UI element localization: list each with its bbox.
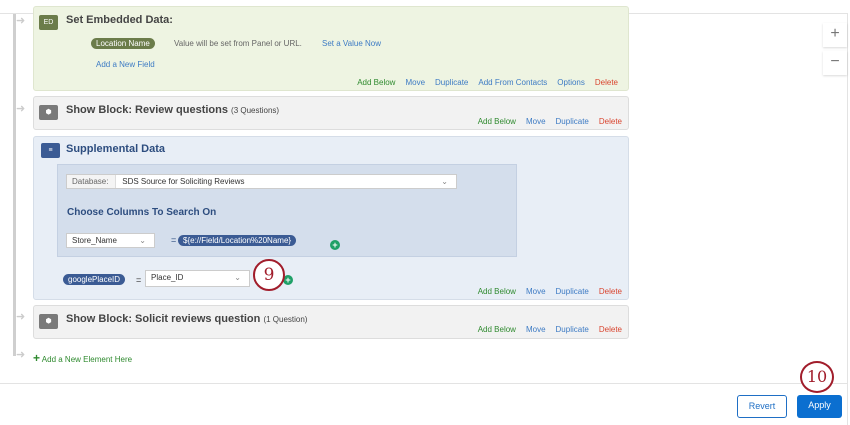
- place-id-value: Place_ID: [151, 273, 184, 282]
- footer-divider: [0, 383, 848, 384]
- block-actions: Add Below Move Duplicate Delete: [478, 287, 622, 296]
- flow-arrow-icon: ➜: [16, 349, 26, 361]
- chevron-down-icon: ⌄: [441, 177, 448, 186]
- database-panel: Database: SDS Source for Soliciting Revi…: [57, 164, 517, 257]
- move-link[interactable]: Move: [526, 117, 546, 126]
- duplicate-link[interactable]: Duplicate: [556, 287, 589, 296]
- add-below-link[interactable]: Add Below: [357, 78, 395, 87]
- field-pill[interactable]: Location Name: [91, 38, 155, 49]
- delete-link[interactable]: Delete: [599, 325, 622, 334]
- equals-sign: =: [171, 235, 177, 245]
- add-field-link[interactable]: Add a New Field: [96, 60, 155, 69]
- duplicate-link[interactable]: Duplicate: [556, 325, 589, 334]
- review-questions-block: ⬢ Show Block: Review questions (3 Questi…: [33, 96, 629, 130]
- move-link[interactable]: Move: [405, 78, 425, 87]
- move-link[interactable]: Move: [526, 287, 546, 296]
- columns-heading: Choose Columns To Search On: [67, 207, 217, 218]
- database-select[interactable]: Database: SDS Source for Soliciting Revi…: [66, 174, 457, 189]
- block-cube-icon: ⬢: [39, 314, 58, 329]
- set-value-link[interactable]: Set a Value Now: [322, 39, 381, 48]
- block-title: Show Block: Solicit reviews question (1 …: [66, 313, 308, 325]
- database-icon: ≡: [41, 143, 60, 158]
- flow-arrow-icon: ➜: [16, 103, 26, 115]
- zoom-in-button[interactable]: +: [823, 23, 847, 47]
- add-below-link[interactable]: Add Below: [478, 325, 516, 334]
- block-actions: Add Below Move Duplicate Delete: [478, 117, 622, 126]
- variable-pill[interactable]: googlePlaceID: [63, 274, 126, 285]
- piped-text-pill[interactable]: ${e://Field/Location%20Name}: [178, 235, 297, 246]
- column-select[interactable]: Store_Name ⌄: [66, 233, 155, 248]
- plus-icon: +: [33, 351, 41, 365]
- field-description: Value will be set from Panel or URL.: [174, 39, 302, 48]
- embedded-data-icon: ED: [39, 15, 58, 30]
- options-link[interactable]: Options: [557, 78, 585, 87]
- block-actions: Add Below Move Duplicate Add From Contac…: [357, 78, 618, 87]
- duplicate-link[interactable]: Duplicate: [435, 78, 468, 87]
- flow-arrow-icon: ➜: [16, 15, 26, 27]
- add-element-link[interactable]: + Add a New Element Here: [33, 351, 132, 365]
- block-cube-icon: ⬢: [39, 105, 58, 120]
- add-column-icon[interactable]: +: [330, 240, 340, 250]
- duplicate-link[interactable]: Duplicate: [556, 117, 589, 126]
- flow-arrow-icon: ➜: [16, 311, 26, 323]
- block-title: Supplemental Data: [66, 143, 166, 155]
- embedded-data-block: ED Set Embedded Data: Location Name Valu…: [33, 6, 629, 91]
- move-link[interactable]: Move: [526, 325, 546, 334]
- equals-sign: =: [136, 275, 142, 285]
- block-title: Set Embedded Data:: [66, 14, 173, 26]
- right-border: [847, 13, 848, 425]
- apply-button[interactable]: Apply: [797, 395, 842, 418]
- chevron-down-icon: ⌄: [234, 273, 241, 282]
- chevron-down-icon: ⌄: [139, 236, 146, 245]
- solicit-question-block: ⬢ Show Block: Solicit reviews question (…: [33, 305, 629, 339]
- supplemental-data-block: ≡ Supplemental Data Database: SDS Source…: [33, 136, 629, 300]
- step-callout-10: 10: [800, 361, 834, 393]
- column-value: Store_Name: [72, 236, 117, 245]
- delete-link[interactable]: Delete: [595, 78, 618, 87]
- add-below-link[interactable]: Add Below: [478, 287, 516, 296]
- database-label: Database:: [67, 175, 116, 188]
- block-actions: Add Below Move Duplicate Delete: [478, 325, 622, 334]
- database-value: SDS Source for Soliciting Reviews: [122, 177, 245, 186]
- flow-line: [13, 14, 16, 356]
- add-from-contacts-link[interactable]: Add From Contacts: [478, 78, 547, 87]
- block-title: Show Block: Review questions (3 Question…: [66, 104, 280, 116]
- place-id-select[interactable]: Place_ID ⌄: [145, 270, 250, 287]
- delete-link[interactable]: Delete: [599, 117, 622, 126]
- zoom-out-button[interactable]: −: [823, 51, 847, 75]
- revert-button[interactable]: Revert: [737, 395, 787, 418]
- add-below-link[interactable]: Add Below: [478, 117, 516, 126]
- step-callout-9: 9: [253, 259, 285, 291]
- add-element-label: Add a New Element Here: [41, 355, 133, 364]
- delete-link[interactable]: Delete: [599, 287, 622, 296]
